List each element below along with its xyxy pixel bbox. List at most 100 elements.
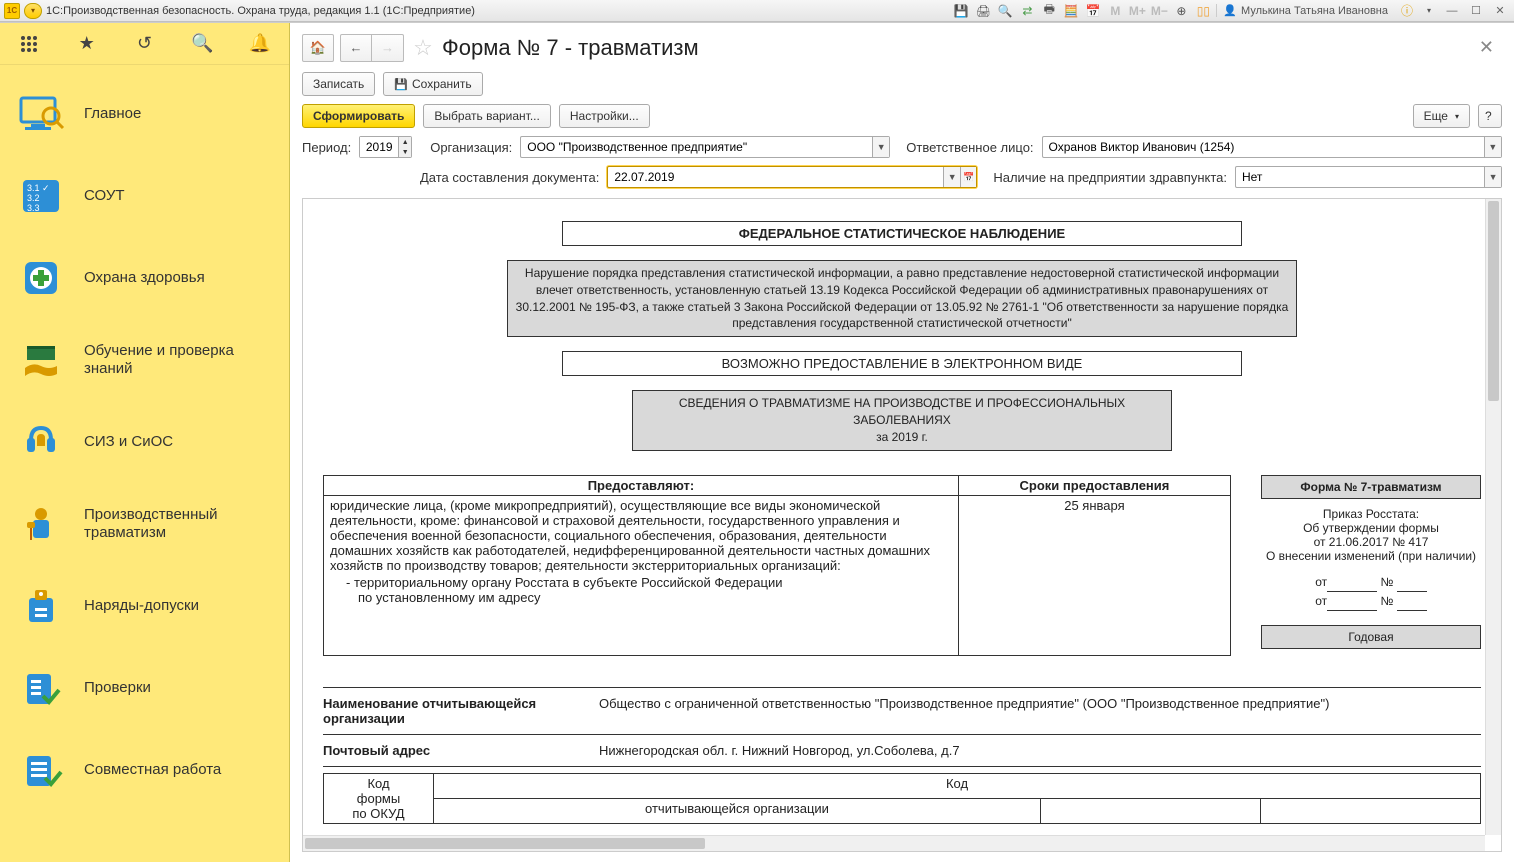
nav-label: СИЗ и СиОС [84, 433, 275, 451]
nav-checks[interactable]: Проверки [0, 647, 289, 729]
report-warning: Нарушение порядка представления статисти… [507, 260, 1297, 337]
nav-label: Проверки [84, 679, 275, 697]
nav-training[interactable]: Обучение и проверка знаний [0, 319, 289, 401]
search-icon[interactable]: 🔍 [187, 29, 217, 59]
preview-icon[interactable]: 🔍 [996, 3, 1014, 19]
docdate-input[interactable] [608, 167, 943, 187]
calendar-picker-icon[interactable]: 📅 [960, 167, 976, 187]
org-input[interactable] [521, 137, 872, 157]
nav-health[interactable]: Охрана здоровья [0, 237, 289, 319]
form-badge: Форма № 7-травматизм [1261, 475, 1481, 499]
app-menu-dropdown[interactable]: ▾ [24, 3, 42, 19]
report-document: ФЕДЕРАЛЬНОЕ СТАТИСТИЧЕСКОЕ НАБЛЮДЕНИЕ На… [303, 199, 1501, 852]
notifications-bell-icon[interactable]: 🔔 [245, 29, 275, 59]
deadline-cell: 25 января [958, 495, 1230, 655]
svg-text:3.2: 3.2 [27, 193, 40, 203]
maximize-button[interactable]: ☐ [1466, 3, 1486, 19]
toolbar-write-save: Записать 💾Сохранить [290, 68, 1514, 100]
vertical-scrollbar[interactable] [1485, 199, 1501, 835]
info-icon[interactable]: ⓘ [1398, 3, 1416, 19]
resp-combo[interactable]: ▼ [1042, 136, 1502, 158]
horizontal-scrollbar[interactable] [303, 835, 1485, 851]
nav-sout[interactable]: 3.1 ✓3.23.3 СОУТ [0, 155, 289, 237]
post-address-row: Почтовый адрес Нижнегородская обл. г. Ни… [323, 735, 1481, 767]
deadline-header: Сроки предоставления [958, 475, 1230, 495]
spin-up-icon[interactable]: ▲ [399, 137, 411, 147]
permit-lock-icon [14, 583, 68, 629]
settings-button[interactable]: Настройки... [559, 104, 650, 128]
choose-variant-button[interactable]: Выбрать вариант... [423, 104, 550, 128]
org-label: Организация: [430, 140, 512, 155]
scrollbar-thumb[interactable] [1488, 201, 1499, 401]
m-minus-icon[interactable]: M− [1150, 3, 1168, 19]
close-window-button[interactable]: ✕ [1490, 3, 1510, 19]
chevron-down-icon[interactable]: ▼ [943, 167, 959, 187]
calendar-icon[interactable]: 📅 [1084, 3, 1102, 19]
app-logo: 1C [4, 3, 20, 19]
period-spinner[interactable]: ▲▼ [359, 136, 412, 158]
medpoint-combo[interactable]: ▼ [1235, 166, 1502, 188]
docdate-combo[interactable]: ▼ 📅 [607, 166, 977, 188]
m-icon[interactable]: M [1106, 3, 1124, 19]
write-button[interactable]: Записать [302, 72, 375, 96]
print2-icon[interactable]: 🖶 [1040, 3, 1058, 19]
scrollbar-thumb[interactable] [305, 838, 705, 849]
content-header: 🏠 ← → ☆ Форма № 7 - травматизм ✕ [290, 23, 1514, 68]
nav-permits[interactable]: Наряды-допуски [0, 565, 289, 647]
save-button[interactable]: 💾Сохранить [383, 72, 482, 96]
panels-icon[interactable]: ▯▯ [1194, 3, 1212, 19]
headphones-hand-icon [14, 419, 68, 465]
org-name-row: Наименование отчитывающейся организации … [323, 687, 1481, 735]
m-plus-icon[interactable]: M+ [1128, 3, 1146, 19]
diskette-icon: 💾 [394, 78, 408, 91]
favorite-star-icon[interactable]: ☆ [410, 35, 436, 61]
back-button[interactable]: ← [340, 34, 372, 62]
injury-person-icon [14, 501, 68, 547]
nav-main[interactable]: Главное [0, 73, 289, 155]
sout-list-icon: 3.1 ✓3.23.3 [14, 173, 68, 219]
chevron-down-icon[interactable]: ▼ [1484, 167, 1501, 187]
report-subject: СВЕДЕНИЯ О ТРАВМАТИЗМЕ НА ПРОИЗВОДСТВЕ И… [632, 390, 1172, 450]
medpoint-label: Наличие на предприятии здравпункта: [993, 170, 1227, 185]
minimize-button[interactable]: — [1442, 3, 1462, 19]
help-button[interactable]: ? [1478, 104, 1502, 128]
close-tab-button[interactable]: ✕ [1471, 33, 1502, 62]
home-button[interactable]: 🏠 [302, 34, 334, 62]
title-bar: 1C ▾ 1С:Производственная безопасность. О… [0, 0, 1514, 22]
nav-label: Совместная работа [84, 761, 275, 779]
favorites-star-icon[interactable]: ★ [72, 29, 102, 59]
chevron-down-icon[interactable]: ▼ [1484, 137, 1501, 157]
report-area: ФЕДЕРАЛЬНОЕ СТАТИСТИЧЕСКОЕ НАБЛЮДЕНИЕ На… [302, 198, 1502, 852]
period-input[interactable] [360, 137, 398, 157]
nav-injury[interactable]: Производственный травматизм [0, 483, 289, 565]
nav-siz[interactable]: СИЗ и СиОС [0, 401, 289, 483]
history-icon[interactable]: ↺ [129, 29, 159, 59]
zoom-icon[interactable]: ⊕ [1172, 3, 1190, 19]
content: 🏠 ← → ☆ Форма № 7 - травматизм ✕ Записат… [290, 23, 1514, 862]
resp-input[interactable] [1043, 137, 1484, 157]
save-icon[interactable]: 💾 [952, 3, 970, 19]
form-meta-block: Форма № 7-травматизм Приказ Росстата: Об… [1261, 475, 1481, 657]
sidebar: ★ ↺ 🔍 🔔 Главное 3.1 ✓3.23.3 СОУТ [0, 23, 290, 862]
calculator-icon[interactable]: 🧮 [1062, 3, 1080, 19]
info-dropdown-icon[interactable]: ▾ [1420, 3, 1438, 19]
print-icon[interactable]: 🖨 [974, 3, 992, 19]
compare-icon[interactable]: ⇄ [1018, 3, 1036, 19]
org-combo[interactable]: ▼ [520, 136, 890, 158]
user-icon: 👤 [1223, 4, 1237, 17]
spin-down-icon[interactable]: ▼ [399, 147, 411, 157]
nav-collab[interactable]: Совместная работа [0, 729, 289, 811]
chevron-down-icon[interactable]: ▼ [872, 137, 889, 157]
window-title: 1С:Производственная безопасность. Охрана… [46, 5, 475, 17]
user-box[interactable]: 👤 Мулькина Татьяна Ивановна [1216, 4, 1394, 17]
medpoint-input[interactable] [1236, 167, 1484, 187]
period-label: Период: [302, 140, 351, 155]
form-row-1: Период: ▲▼ Организация: ▼ Ответственное … [290, 132, 1514, 162]
generate-button[interactable]: Сформировать [302, 104, 415, 128]
apps-grid-icon[interactable] [14, 29, 44, 59]
forward-button[interactable]: → [372, 34, 404, 62]
provide-cell: юридические лица, (кроме микропредприяти… [324, 495, 959, 655]
nav-label: Главное [84, 105, 275, 123]
more-button[interactable]: Еще▾ [1413, 104, 1470, 128]
form-row-2: Дата составления документа: ▼ 📅 Наличие … [290, 162, 1514, 192]
